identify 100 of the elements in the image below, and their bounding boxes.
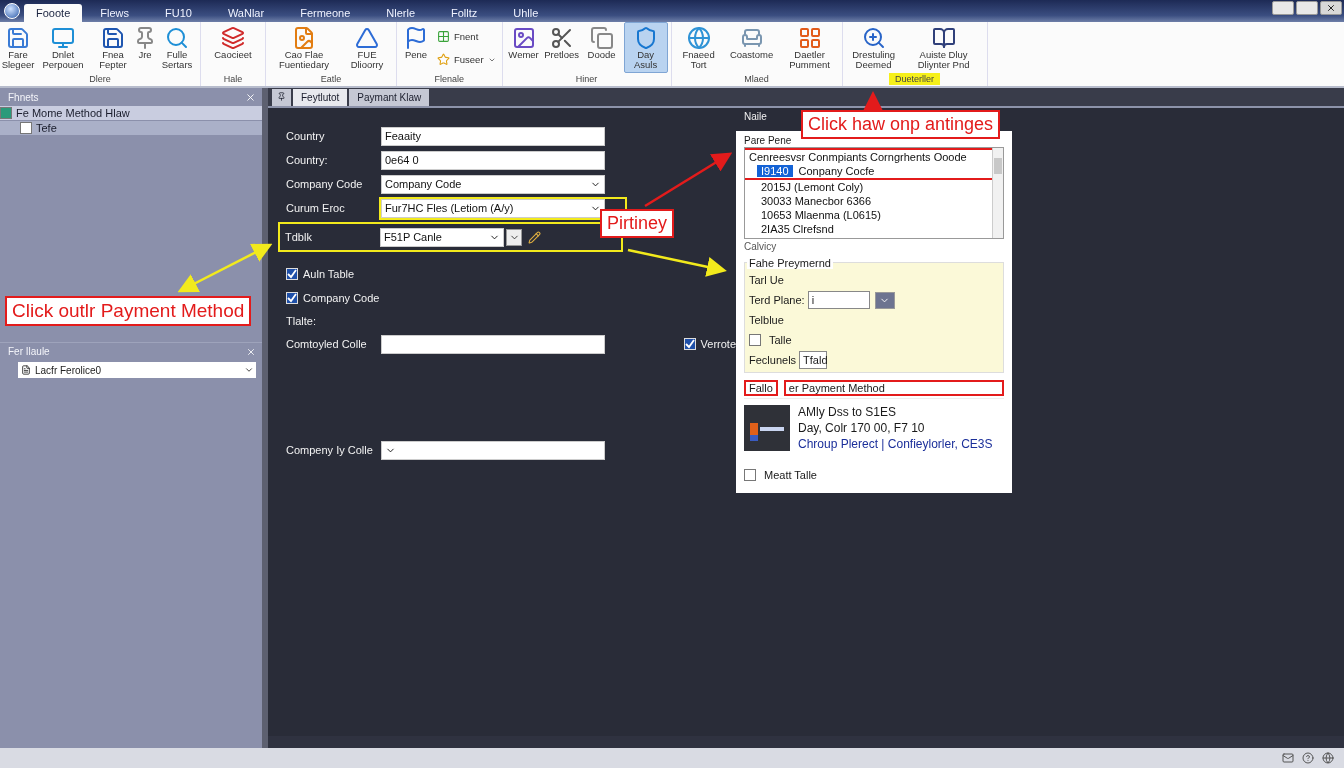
menu-tab[interactable]: WaNlar <box>215 4 277 22</box>
document-tab[interactable]: Feytlutot <box>293 89 348 106</box>
pin-tab[interactable] <box>272 89 291 106</box>
menu-tab[interactable]: FU10 <box>153 4 204 22</box>
ribbon-button[interactable]: Dnlet Perpouen <box>35 22 91 73</box>
text-field[interactable]: Tfald <box>799 351 828 369</box>
search-icon <box>165 26 189 50</box>
section-label: Tlalte: <box>286 315 316 327</box>
ribbon-button[interactable]: Auiste Dluy Dliynter Pnd <box>903 22 984 73</box>
callout: Pirtiney <box>600 209 675 238</box>
ribbon-button[interactable]: Wemer <box>505 22 542 73</box>
ribbon-button[interactable]: Pene <box>400 22 432 73</box>
menu-tab[interactable]: Fooote <box>24 4 83 22</box>
ribbon-button[interactable]: FUE Dlioorry <box>341 22 393 73</box>
checkbox-label: Company Code <box>303 292 380 304</box>
mail-icon[interactable] <box>1282 752 1294 764</box>
caption: Calvicy <box>744 241 778 252</box>
scrollbar[interactable] <box>992 148 1003 238</box>
checkbox-label: Talle <box>769 334 792 346</box>
document-tab[interactable]: Paymant Klaw <box>349 89 430 106</box>
checkbox[interactable] <box>749 334 761 346</box>
checkbox-label: Meatt Talle <box>764 469 817 481</box>
card-text: Day, Colr 170 00, F7 10 <box>798 421 926 435</box>
dropdown-field[interactable]: Lacfr Ferolice0 <box>18 362 256 378</box>
list-item[interactable]: I9140 Conpany Cocfe <box>745 164 992 178</box>
ribbon-button[interactable]: Pretloes <box>543 22 580 73</box>
monitor-icon <box>51 26 75 50</box>
ribbon-button[interactable]: Day Asuls <box>623 22 668 73</box>
field-label: Country: <box>286 154 329 166</box>
field-label: Telblue <box>749 314 784 326</box>
ribbon-button[interactable]: Fnaeed Tort <box>674 22 723 73</box>
card-link[interactable]: Chroup Plerect | Confieylorler, CE3S <box>798 437 993 451</box>
text-field[interactable]: 0e64 0 <box>381 150 605 170</box>
menu-tab[interactable]: Folltz <box>439 4 490 22</box>
flag-icon <box>404 26 428 50</box>
list-item[interactable]: 2IA35 Clrefsnd <box>745 222 992 236</box>
help-icon[interactable] <box>1302 752 1314 764</box>
fieldset-title: Fahe Preymernd <box>747 257 833 269</box>
ribbon-button[interactable]: Drestuling Deemed <box>845 22 902 73</box>
app-orb-icon[interactable] <box>4 3 20 19</box>
globe-icon[interactable] <box>1322 752 1334 764</box>
tree-item[interactable]: Fe Mome Method Hlaw <box>0 106 262 120</box>
tree-item[interactable]: Tefe <box>0 121 262 135</box>
dropdown-field[interactable]: F51P Canle <box>380 227 504 247</box>
field-label: Country <box>286 130 326 142</box>
callout: Click haw onp antinges <box>801 110 1001 139</box>
text-field[interactable]: Feaaity <box>381 126 605 146</box>
menu-tab[interactable]: Nlerle <box>374 4 428 22</box>
dropdown-field[interactable] <box>381 440 605 460</box>
field-label: Compeny Iy Colle <box>286 444 374 456</box>
list-item[interactable]: 10653 Mlaenma (L0615) <box>745 208 992 222</box>
pin-icon <box>277 92 286 101</box>
ribbon-button[interactable]: Fnea Fepter <box>93 22 133 73</box>
checkbox[interactable] <box>744 469 756 481</box>
field-label: Comtoyled Colle <box>286 338 368 350</box>
ribbon-button[interactable]: Cao Flae Fuentiedary <box>269 22 339 73</box>
dialog-title: Naile <box>744 111 767 122</box>
menu-tab[interactable]: Fermeone <box>288 4 363 22</box>
menu-tab[interactable]: Uhlle <box>501 4 551 22</box>
text-field[interactable] <box>381 334 605 354</box>
copy-icon <box>589 26 614 50</box>
ribbon-button[interactable]: Fuseer <box>434 51 499 68</box>
checkbox-label: Auln Table <box>303 268 355 280</box>
group-label: Dueterller <box>889 73 941 85</box>
close-icon[interactable] <box>245 91 256 103</box>
list-item[interactable]: Cenreesvsr Conmpiants Corngrhents Ooode <box>745 150 992 164</box>
document-icon <box>21 365 31 375</box>
dropdown-field[interactable]: Company Code <box>381 174 605 194</box>
ribbon-button[interactable]: Daetler Pumment <box>780 22 839 73</box>
triangle-icon <box>355 26 379 50</box>
panel-title: Fhnets <box>8 91 39 103</box>
ribbon-button[interactable]: Jre <box>135 22 155 73</box>
panel-title: Fer Ilaule <box>8 346 50 357</box>
checkbox-label: Verrote <box>700 338 736 350</box>
ribbon-button[interactable]: Doode <box>581 22 622 73</box>
dropdown-field[interactable]: Fur7HC Fles (Letiom (A/y) <box>381 198 605 218</box>
list-item[interactable]: 30033 Manecbor 6366 <box>745 194 992 208</box>
group-label: Dlere <box>88 73 112 85</box>
ribbon-button[interactable]: Fulle Sertars <box>157 22 197 73</box>
list-item[interactable]: 2015J (Lemont Coly) <box>745 180 992 194</box>
field-label: Curum Eroc <box>286 202 346 214</box>
dropdown-button[interactable] <box>506 228 522 246</box>
close-button[interactable] <box>1320 1 1342 15</box>
menu-tab[interactable]: Flews <box>88 4 141 22</box>
ribbon-button[interactable]: Caocieet <box>204 22 262 73</box>
field-label: Tarl Ue <box>749 274 784 286</box>
star-icon <box>437 53 450 66</box>
ribbon-button[interactable]: Fare Slegeer <box>3 22 33 73</box>
pencil-icon[interactable] <box>528 230 541 244</box>
group-label: Hale <box>222 73 244 85</box>
ribbon-button[interactable]: Fnent <box>434 28 499 45</box>
field-label: Terd Plane: <box>749 294 805 306</box>
close-icon[interactable] <box>246 346 256 357</box>
text-field[interactable]: i <box>807 291 870 309</box>
ribbon-button[interactable]: Coastome <box>724 22 779 73</box>
callout: Click outlr Payment Method <box>5 296 252 326</box>
grid-icon <box>437 30 450 43</box>
zoom-icon <box>861 26 886 50</box>
book-icon <box>931 26 956 50</box>
minimize-button[interactable] <box>1272 1 1294 15</box>
